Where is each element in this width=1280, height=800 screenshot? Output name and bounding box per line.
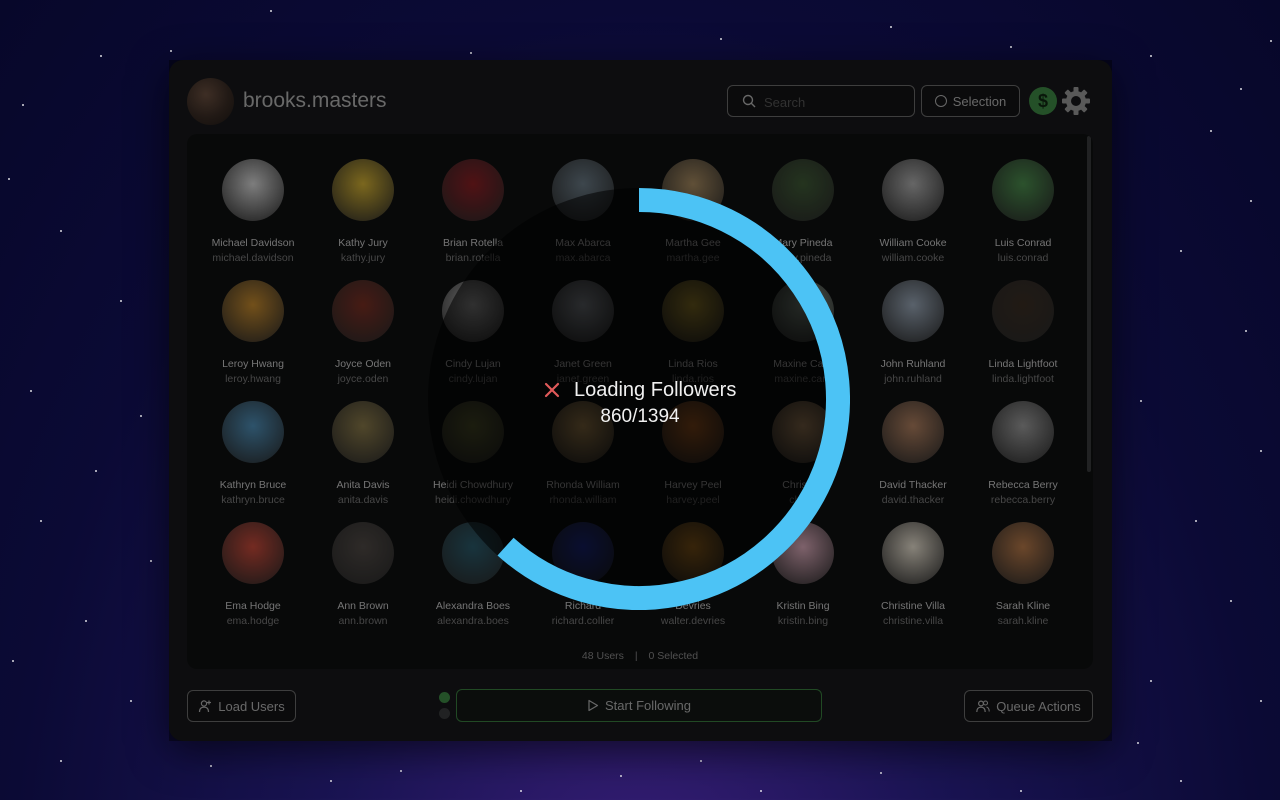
star [720, 38, 722, 40]
star [120, 300, 122, 302]
star [470, 52, 472, 54]
star [1140, 400, 1142, 402]
star [130, 700, 132, 702]
close-icon[interactable] [544, 382, 560, 398]
star [1260, 450, 1262, 452]
star [1020, 790, 1022, 792]
star [30, 390, 32, 392]
star [1270, 40, 1272, 42]
star [1240, 88, 1242, 90]
loading-count: 860/1394 [600, 406, 680, 427]
star [8, 178, 10, 180]
star [1150, 680, 1152, 682]
star [60, 230, 62, 232]
star [40, 520, 42, 522]
star [22, 104, 24, 106]
loading-header: Loading Followers [544, 377, 736, 403]
star [1245, 330, 1247, 332]
star [1260, 700, 1262, 702]
star [140, 415, 142, 417]
star [1137, 742, 1139, 744]
star [890, 26, 892, 28]
star [760, 790, 762, 792]
star [1180, 250, 1182, 252]
star [170, 50, 172, 52]
star [1210, 130, 1212, 132]
star [100, 55, 102, 57]
star [400, 770, 402, 772]
star [330, 780, 332, 782]
star [620, 775, 622, 777]
star [95, 470, 97, 472]
star [1180, 780, 1182, 782]
star [210, 765, 212, 767]
star [1230, 600, 1232, 602]
star [880, 772, 882, 774]
star [270, 10, 272, 12]
star [150, 560, 152, 562]
loading-title: Loading Followers [574, 378, 737, 401]
star [520, 790, 522, 792]
star [1010, 46, 1012, 48]
star [1150, 55, 1152, 57]
star [12, 660, 14, 662]
star [1195, 520, 1197, 522]
star [85, 620, 87, 622]
star [1250, 200, 1252, 202]
star [60, 760, 62, 762]
star [700, 760, 702, 762]
